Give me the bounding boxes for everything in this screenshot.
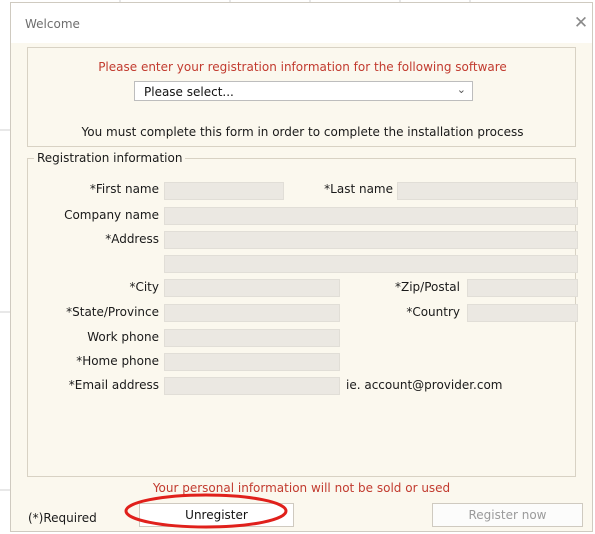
state-field[interactable] xyxy=(164,304,340,322)
software-select-value: Please select... xyxy=(144,85,234,99)
company-name-label: Company name xyxy=(64,208,159,222)
required-note: (*)Required xyxy=(28,511,97,525)
privacy-note: Your personal information will not be so… xyxy=(152,481,451,495)
work-phone-field[interactable] xyxy=(164,329,340,347)
email-field[interactable] xyxy=(164,377,340,395)
home-phone-label: *Home phone xyxy=(76,354,159,368)
completion-note: You must complete this form in order to … xyxy=(81,125,524,139)
software-prompt: Please enter your registration informati… xyxy=(98,60,507,74)
window-title: Welcome xyxy=(25,17,80,31)
registration-dialog: Welcome ✕ Please enter your registration… xyxy=(10,2,593,532)
home-phone-field[interactable] xyxy=(164,353,340,371)
address-line1-field[interactable] xyxy=(164,231,578,249)
country-label: *Country xyxy=(406,305,460,319)
email-label: *Email address xyxy=(68,378,159,392)
chevron-down-icon: ⌄ xyxy=(456,83,466,96)
software-selection-panel: Please enter your registration informati… xyxy=(27,47,576,147)
last-name-label: *Last name xyxy=(324,182,393,196)
city-label: *City xyxy=(129,280,159,294)
city-field[interactable] xyxy=(164,279,340,297)
state-label: *State/Province xyxy=(66,305,159,319)
close-icon[interactable]: ✕ xyxy=(571,13,591,33)
register-now-button[interactable]: Register now xyxy=(432,503,583,527)
work-phone-label: Work phone xyxy=(87,330,159,344)
last-name-field[interactable] xyxy=(397,182,578,200)
registration-fieldset: Registration information *First name *La… xyxy=(27,151,578,477)
first-name-field[interactable] xyxy=(164,182,284,200)
unregister-button[interactable]: Unregister xyxy=(139,503,294,527)
country-field[interactable] xyxy=(467,304,578,322)
email-hint: ie. account@provider.com xyxy=(346,378,503,392)
zip-field[interactable] xyxy=(467,279,578,297)
first-name-label: *First name xyxy=(89,182,159,196)
fieldset-legend: Registration information xyxy=(34,151,186,165)
address-line2-field[interactable] xyxy=(164,255,578,273)
title-bar: Welcome ✕ xyxy=(11,3,592,43)
zip-label: *Zip/Postal xyxy=(394,280,460,294)
address-label: *Address xyxy=(105,232,159,246)
company-name-field[interactable] xyxy=(164,207,578,225)
software-select[interactable]: Please select... ⌄ xyxy=(134,81,473,101)
